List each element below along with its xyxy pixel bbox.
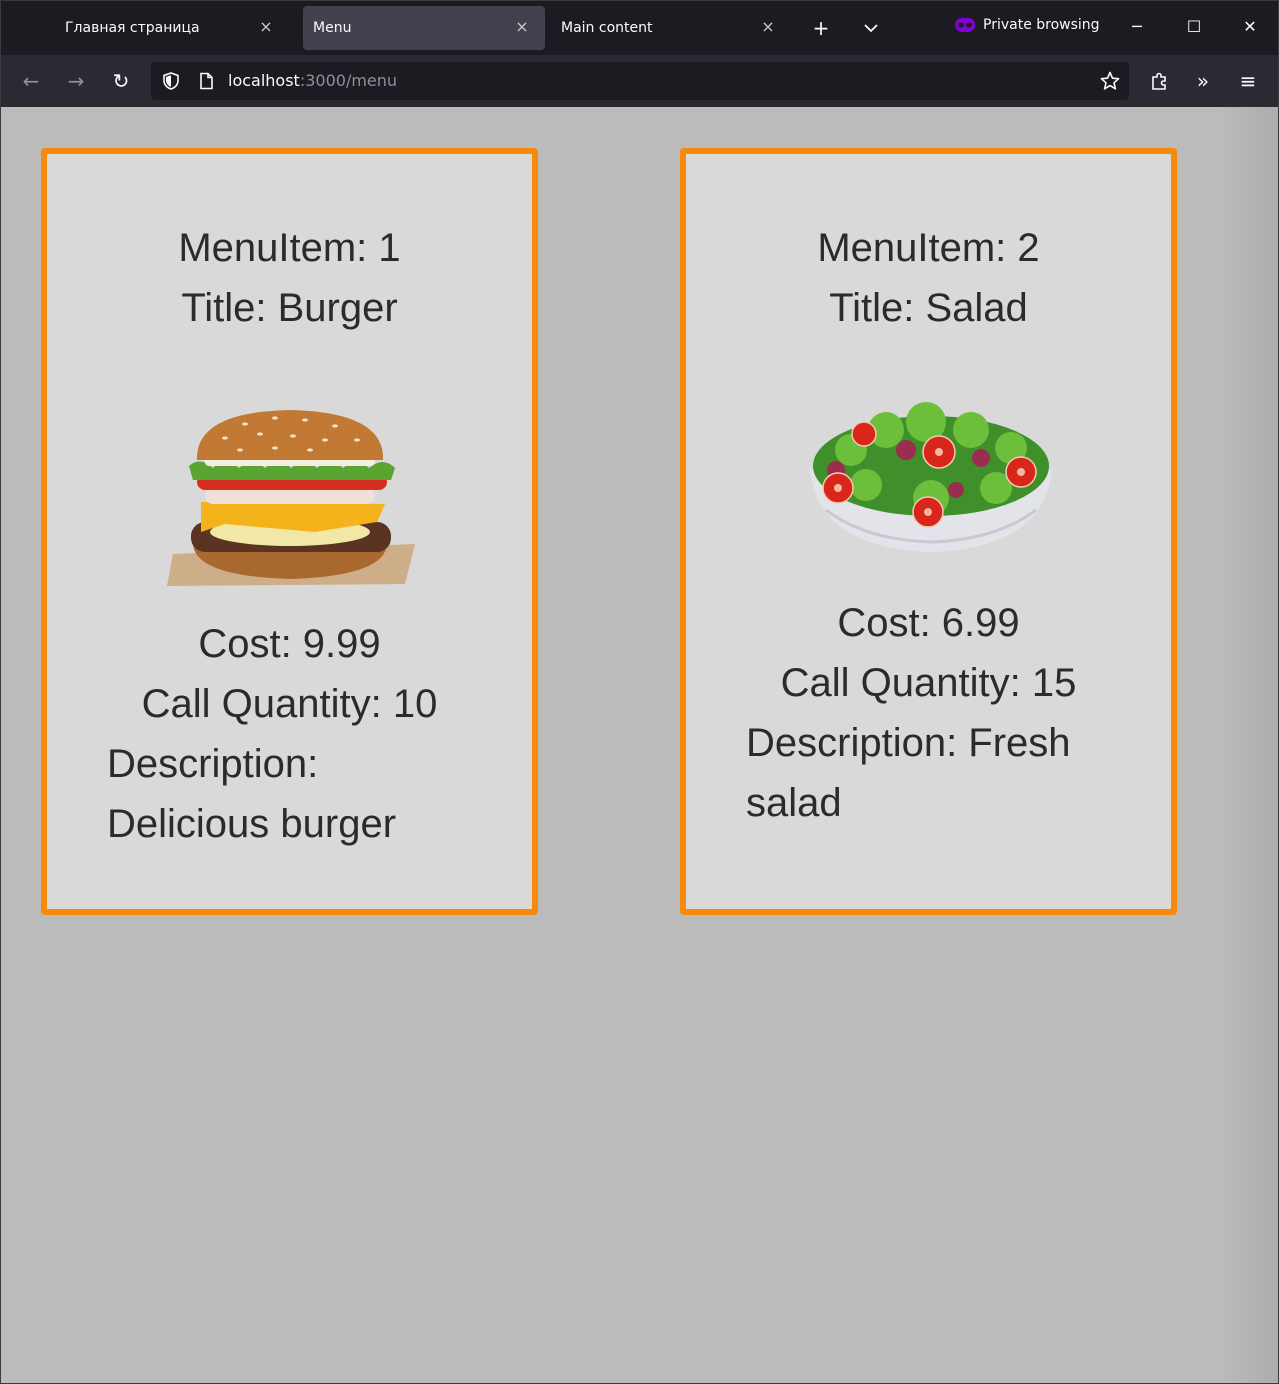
list-all-tabs-button[interactable] <box>857 14 885 42</box>
close-tab-icon[interactable]: × <box>257 18 275 36</box>
minimize-window-button[interactable]: ─ <box>1125 15 1149 39</box>
tab-label: Главная страница <box>65 20 200 36</box>
browser-window: Главная страница × Menu × Main content ×… <box>0 0 1279 1384</box>
app-menu-button[interactable]: ≡ <box>1234 67 1262 95</box>
page-content: MenuItem: 1 Title: Burger Cost: 9.99 Cal… <box>1 107 1278 1383</box>
tab-menu[interactable]: Menu × <box>303 6 545 50</box>
close-window-button[interactable]: ✕ <box>1238 15 1262 39</box>
new-tab-button[interactable]: + <box>807 14 835 42</box>
private-browsing-label: Private browsing <box>983 17 1100 33</box>
menu-item-cost: Cost: 9.99 <box>198 622 381 666</box>
overflow-menu-button[interactable]: » <box>1189 67 1217 95</box>
salad-bowl-image <box>810 402 1052 552</box>
page-info-icon[interactable] <box>196 71 216 91</box>
url-host: localhost <box>228 71 300 90</box>
extensions-button[interactable] <box>1145 67 1173 95</box>
close-tab-icon[interactable]: × <box>513 18 531 36</box>
tab-strip: Главная страница × Menu × Main content ×… <box>1 1 1278 55</box>
url-text[interactable]: localhost:3000/menu <box>228 71 397 90</box>
private-mask-icon <box>955 18 975 32</box>
menu-item-call-quantity: Call Quantity: 10 <box>141 682 438 726</box>
menu-item-title: Title: Burger <box>181 286 398 330</box>
bookmark-star-icon[interactable] <box>1099 70 1121 92</box>
address-bar[interactable]: localhost:3000/menu <box>151 62 1129 100</box>
private-browsing-indicator: Private browsing <box>955 17 1100 33</box>
url-path: :3000/menu <box>299 71 398 90</box>
shield-icon[interactable] <box>161 71 181 91</box>
menu-item-card: MenuItem: 2 Title: Salad Cost: 6.99 Call… <box>680 148 1177 915</box>
tab-label: Menu <box>313 20 352 36</box>
menu-item-title: Title: Salad <box>829 286 1028 330</box>
menu-item-cost: Cost: 6.99 <box>837 601 1020 645</box>
burger-image <box>167 410 415 586</box>
menu-item-id: MenuItem: 1 <box>178 226 401 270</box>
forward-button[interactable]: → <box>62 67 90 95</box>
chevron-down-icon <box>864 24 878 33</box>
close-tab-icon[interactable]: × <box>759 18 777 36</box>
back-button[interactable]: ← <box>17 67 45 95</box>
menu-item-description: Description: Fresh salad <box>746 721 1071 825</box>
menu-item-description: Description: Delicious burger <box>107 742 397 846</box>
menu-item-id: MenuItem: 2 <box>817 226 1040 270</box>
navigation-toolbar: ← → ↻ localhost:3000/menu » ≡ <box>1 55 1278 107</box>
tab-home[interactable]: Главная страница × <box>49 6 289 50</box>
maximize-window-button[interactable]: ☐ <box>1182 15 1206 39</box>
puzzle-piece-icon <box>1152 72 1166 90</box>
scroll-shade <box>1218 107 1278 1383</box>
tab-main-content[interactable]: Main content × <box>551 6 791 50</box>
menu-item-card: MenuItem: 1 Title: Burger Cost: 9.99 Cal… <box>41 148 538 915</box>
tab-label: Main content <box>561 20 653 36</box>
menu-item-call-quantity: Call Quantity: 15 <box>780 661 1077 705</box>
reload-button[interactable]: ↻ <box>107 67 135 95</box>
